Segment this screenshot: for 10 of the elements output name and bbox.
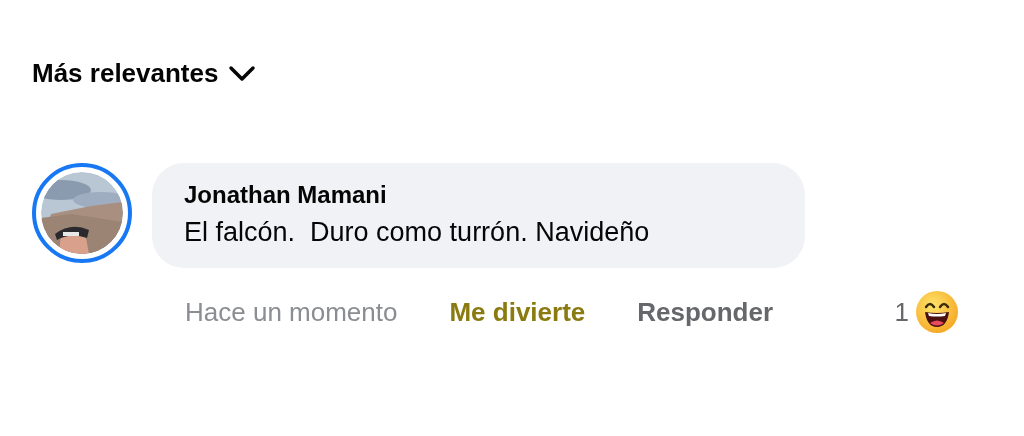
comment-author[interactable]: Jonathan Mamani bbox=[184, 181, 773, 209]
chevron-down-icon bbox=[228, 64, 257, 83]
reply-button[interactable]: Responder bbox=[637, 296, 774, 328]
sort-dropdown[interactable]: Más relevantes bbox=[32, 58, 257, 89]
comment-time[interactable]: Hace un momento bbox=[185, 296, 398, 328]
comment-text: El falcón. Duro como turrón. Navideño bbox=[184, 217, 651, 248]
laughing-emoji-icon[interactable] bbox=[915, 290, 959, 334]
reaction-count: 1 bbox=[894, 296, 909, 328]
reaction-button[interactable]: Me divierte bbox=[449, 296, 586, 328]
avatar[interactable] bbox=[32, 163, 132, 263]
